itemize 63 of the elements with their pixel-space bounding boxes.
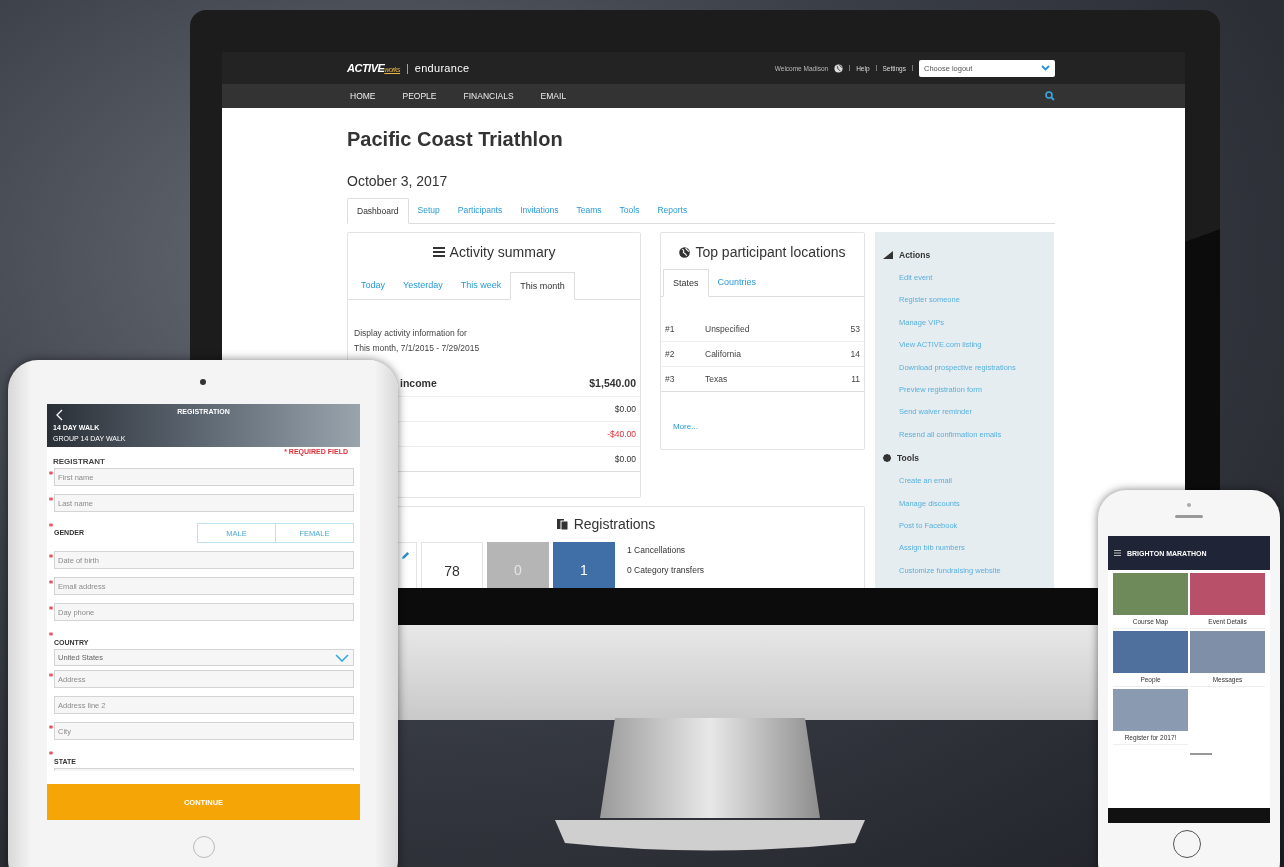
globe-icon[interactable] <box>834 63 844 73</box>
documents-icon <box>556 518 569 530</box>
tab[interactable]: This month <box>510 272 575 300</box>
row-label: income <box>400 377 437 389</box>
event-date: October 3, 2017 <box>347 173 449 189</box>
rank: #1 <box>665 324 676 334</box>
tab[interactable]: Countries <box>708 269 766 296</box>
description-text: This month, 7/1/2015 - 7/29/2015 <box>354 342 481 355</box>
menu-icon[interactable] <box>1114 550 1121 556</box>
nav-item[interactable]: HOME <box>350 91 376 101</box>
chevron-down-icon <box>1041 65 1050 71</box>
stat-text: 1 Cancellations <box>627 544 687 557</box>
speaker-grille <box>1175 515 1203 518</box>
camera-icon <box>1187 503 1191 507</box>
amount: $1,540.00 <box>589 377 636 389</box>
location-name: California <box>705 349 742 359</box>
pencil-icon[interactable] <box>401 551 410 560</box>
amount: $0.00 <box>614 404 636 414</box>
rank: #2 <box>665 349 676 359</box>
tab[interactable]: Tools <box>610 198 649 223</box>
nav-item[interactable]: PEOPLE <box>402 91 437 101</box>
page-title: Pacific Coast Triathlon <box>347 128 564 151</box>
location-name: Texas <box>705 374 729 384</box>
amount: -$40.00 <box>607 429 636 439</box>
section-heading: Tools <box>897 453 920 464</box>
panel-title: Top participant locations <box>695 244 846 260</box>
stat-tile: 1 <box>553 542 615 588</box>
camera-icon <box>200 379 206 385</box>
more-link[interactable]: More... <box>661 392 864 431</box>
nav-item[interactable]: FINANCIALS <box>463 91 514 101</box>
list-icon <box>432 247 445 257</box>
tab[interactable]: States <box>663 269 709 297</box>
tab[interactable]: Today <box>352 272 395 299</box>
search-icon[interactable] <box>1045 91 1055 101</box>
product-name: endurance <box>414 62 470 74</box>
tab[interactable]: Participants <box>448 198 512 223</box>
panel-title: Registrations <box>573 516 656 532</box>
gear-icon <box>883 454 891 463</box>
tab[interactable]: Reports <box>648 198 697 223</box>
tab[interactable]: Teams <box>567 198 611 223</box>
amount: $0.00 <box>614 454 636 464</box>
count: 14 <box>850 349 860 359</box>
chevron-down-icon <box>335 653 349 662</box>
tab[interactable]: Setup <box>408 198 449 223</box>
description-text: Display activity information for <box>354 327 468 340</box>
back-icon[interactable] <box>56 409 63 421</box>
rank: #3 <box>665 374 676 384</box>
tab[interactable]: Dashboard <box>347 198 409 224</box>
stat-tile: 78 <box>421 542 483 588</box>
bar-chart-icon <box>883 251 893 259</box>
nav-item[interactable]: EMAIL <box>540 91 567 101</box>
section-heading: REGISTRANT <box>52 457 106 466</box>
tab[interactable]: Yesterday <box>394 272 452 299</box>
stat-text: 0 Category transfers <box>627 564 704 577</box>
location-name: Unspecified <box>705 324 751 334</box>
section-heading: Actions <box>899 250 931 260</box>
count: 11 <box>851 374 860 384</box>
count: 53 <box>850 324 860 334</box>
panel-title: Activity summary <box>449 244 556 260</box>
tab[interactable]: Invitations <box>511 198 568 223</box>
separator: | <box>406 62 409 74</box>
tab[interactable]: This week <box>451 272 511 299</box>
globe-icon <box>679 246 691 258</box>
